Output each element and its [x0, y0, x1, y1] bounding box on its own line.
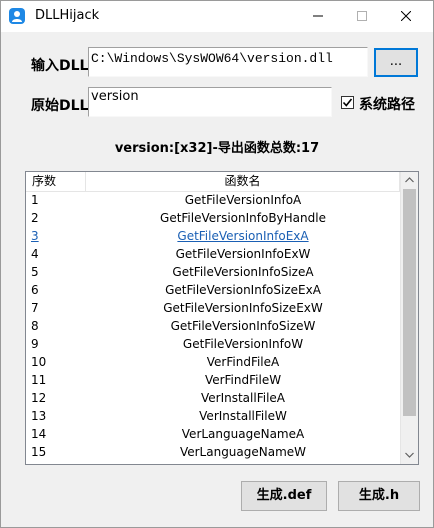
export-list[interactable]: 序数 函数名 1 GetFileVersionInfoA 2 GetFileVersi…	[25, 171, 419, 465]
title-bar[interactable]: DLLHijack	[1, 1, 433, 32]
input-dll-field[interactable]: C:\Windows\SysWOW64\version.dll	[88, 47, 368, 77]
list-row[interactable]: 10 VerFindFileA	[26, 354, 400, 372]
minimize-icon	[313, 15, 323, 17]
row-function-name: GetFileVersionInfoSizeExW	[163, 301, 323, 315]
row-index: 15	[31, 445, 47, 459]
app-icon	[9, 8, 25, 24]
row-function-name: GetFileVersionInfoSizeW	[170, 319, 316, 333]
row-index: 13	[31, 409, 47, 423]
list-row[interactable]: 14 VerLanguageNameA	[26, 426, 400, 444]
scroll-down-button[interactable]	[401, 447, 418, 464]
row-function-name: VerLanguageNameA	[181, 427, 305, 441]
generate-h-button[interactable]: 生成.h	[338, 481, 420, 511]
list-row[interactable]: 9 GetFileVersionInfoW	[26, 336, 400, 354]
maximize-icon	[357, 11, 367, 21]
export-count-label: version:[x32]-导出函数总数:17	[114, 141, 320, 156]
list-row[interactable]: 6 GetFileVersionInfoSizeExA	[26, 282, 400, 300]
browse-button[interactable]: ...	[374, 48, 418, 77]
row-function-name: VerLanguageNameW	[179, 445, 307, 459]
generate-def-button[interactable]: 生成.def	[241, 481, 327, 511]
row-function-name: VerFindFileW	[204, 373, 282, 387]
system-path-label: 系统路径	[359, 97, 415, 113]
list-row[interactable]: 7 GetFileVersionInfoSizeExW	[26, 300, 400, 318]
row-function-name: VerInstallFileA	[200, 391, 285, 405]
column-header-name[interactable]: 函数名	[86, 172, 400, 191]
original-dll-label: 原始DLL	[31, 98, 89, 114]
row-index: 3	[31, 229, 39, 243]
maximize-button[interactable]	[339, 1, 385, 32]
list-row[interactable]: 3 GetFileVersionInfoExA	[26, 228, 400, 246]
list-row[interactable]: 15 VerLanguageNameW	[26, 444, 400, 462]
row-index: 9	[31, 337, 39, 351]
row-index: 8	[31, 319, 39, 333]
row-index: 10	[31, 355, 47, 369]
window-title: DLLHijack	[35, 8, 100, 23]
row-index: 1	[31, 193, 39, 207]
row-function-name: VerInstallFileW	[199, 409, 287, 423]
chevron-up-icon	[405, 177, 414, 183]
list-row[interactable]: 5 GetFileVersionInfoSizeA	[26, 264, 400, 282]
close-button[interactable]	[383, 1, 429, 32]
list-row[interactable]: 11 VerFindFileW	[26, 372, 400, 390]
row-index: 12	[31, 391, 47, 405]
row-index: 4	[31, 247, 39, 261]
row-index: 5	[31, 265, 39, 279]
original-dll-field[interactable]: version	[88, 87, 332, 117]
row-function-name: GetFileVersionInfoByHandle	[160, 211, 326, 225]
chevron-down-icon	[405, 452, 414, 458]
minimize-button[interactable]	[295, 1, 341, 32]
list-row[interactable]: 1 GetFileVersionInfoA	[26, 192, 400, 210]
app-window: DLLHijack 输入DLL C:\Windows\SysWOW64\vers…	[0, 0, 434, 528]
row-function-name: GetFileVersionInfoExA	[177, 229, 309, 243]
row-function-name: GetFileVersionInfoSizeExA	[165, 283, 321, 297]
row-index: 11	[31, 373, 47, 387]
list-row[interactable]: 13 VerInstallFileW	[26, 408, 400, 426]
row-index: 6	[31, 283, 39, 297]
system-path-checkbox[interactable]	[341, 96, 354, 109]
row-function-name: GetFileVersionInfoA	[184, 193, 302, 207]
input-dll-label: 输入DLL	[31, 58, 89, 74]
scroll-up-button[interactable]	[401, 172, 418, 189]
row-function-name: GetFileVersionInfoW	[182, 337, 304, 351]
checkmark-icon	[342, 98, 353, 107]
list-row[interactable]: 4 GetFileVersionInfoExW	[26, 246, 400, 264]
row-function-name: GetFileVersionInfoExW	[175, 247, 311, 261]
list-row[interactable]: 2 GetFileVersionInfoByHandle	[26, 210, 400, 228]
list-row[interactable]: 12 VerInstallFileA	[26, 390, 400, 408]
list-row[interactable]: 8 GetFileVersionInfoSizeW	[26, 318, 400, 336]
row-index: 7	[31, 301, 39, 315]
row-index: 2	[31, 211, 39, 225]
row-function-name: VerFindFileA	[206, 355, 280, 369]
scroll-thumb[interactable]	[403, 189, 416, 416]
row-function-name: GetFileVersionInfoSizeA	[172, 265, 314, 279]
row-index: 14	[31, 427, 47, 441]
list-header: 序数 函数名	[26, 172, 400, 192]
vertical-scrollbar[interactable]	[400, 172, 418, 464]
close-icon	[401, 11, 411, 21]
column-header-index[interactable]: 序数	[26, 172, 86, 191]
